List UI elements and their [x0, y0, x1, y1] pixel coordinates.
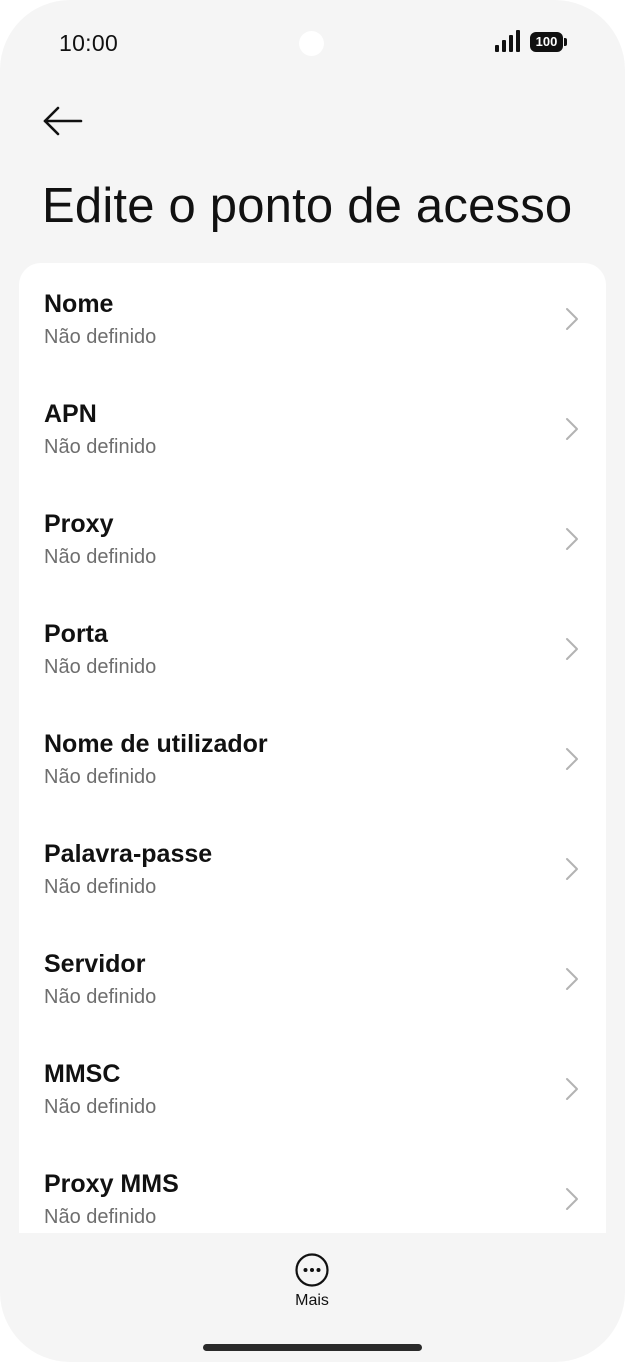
more-button[interactable]: Mais: [270, 1248, 354, 1316]
chevron-right-icon: [566, 748, 578, 770]
chevron-right-icon: [566, 858, 578, 880]
setting-label: Proxy: [44, 510, 114, 538]
setting-value: Não definido: [44, 546, 157, 568]
home-indicator[interactable]: [203, 1344, 422, 1351]
setting-item-mms-proxy[interactable]: Proxy MMS Não definido: [19, 1143, 606, 1233]
signal-bars-icon: [495, 30, 520, 52]
setting-value: Não definido: [44, 986, 157, 1008]
setting-label: APN: [44, 400, 97, 428]
chevron-right-icon: [566, 1078, 578, 1100]
setting-label: Servidor: [44, 950, 146, 978]
chevron-right-icon: [566, 418, 578, 440]
more-label: Mais: [295, 1292, 329, 1309]
setting-value: Não definido: [44, 1206, 157, 1228]
setting-item-porta[interactable]: Porta Não definido: [19, 593, 606, 703]
setting-item-proxy[interactable]: Proxy Não definido: [19, 483, 606, 593]
back-button[interactable]: [36, 98, 88, 144]
setting-item-server[interactable]: Servidor Não definido: [19, 923, 606, 1033]
setting-value: Não definido: [44, 656, 157, 678]
more-dots-icon: [295, 1253, 329, 1287]
camera-cutout: [299, 31, 324, 56]
status-time: 10:00: [59, 30, 119, 56]
setting-value: Não definido: [44, 326, 157, 348]
setting-value: Não definido: [44, 1096, 157, 1118]
chevron-right-icon: [566, 528, 578, 550]
chevron-right-icon: [566, 638, 578, 660]
setting-item-apn[interactable]: APN Não definido: [19, 373, 606, 483]
chevron-right-icon: [566, 308, 578, 330]
setting-label: Palavra-passe: [44, 840, 213, 868]
setting-label: Nome de utilizador: [44, 730, 268, 758]
setting-value: Não definido: [44, 766, 157, 788]
page-title: Edite o ponto de acesso: [42, 179, 573, 233]
battery-icon: 100: [530, 32, 567, 52]
settings-card: Nome Não definido APN Não definido Proxy…: [19, 263, 606, 1233]
setting-item-nome[interactable]: Nome Não definido: [19, 263, 606, 373]
setting-label: Porta: [44, 620, 108, 648]
setting-value: Não definido: [44, 876, 157, 898]
setting-item-username[interactable]: Nome de utilizador Não definido: [19, 703, 606, 813]
setting-label: MMSC: [44, 1060, 121, 1088]
setting-label: Nome: [44, 290, 114, 318]
chevron-right-icon: [566, 1188, 578, 1210]
setting-item-mmsc[interactable]: MMSC Não definido: [19, 1033, 606, 1143]
setting-item-password[interactable]: Palavra-passe Não definido: [19, 813, 606, 923]
setting-label: Proxy MMS: [44, 1170, 179, 1198]
chevron-right-icon: [566, 968, 578, 990]
phone-screen: 10:00 100 Edite o ponto de acesso Nome N…: [0, 0, 625, 1362]
arrow-left-icon: [43, 106, 83, 136]
setting-value: Não definido: [44, 436, 157, 458]
